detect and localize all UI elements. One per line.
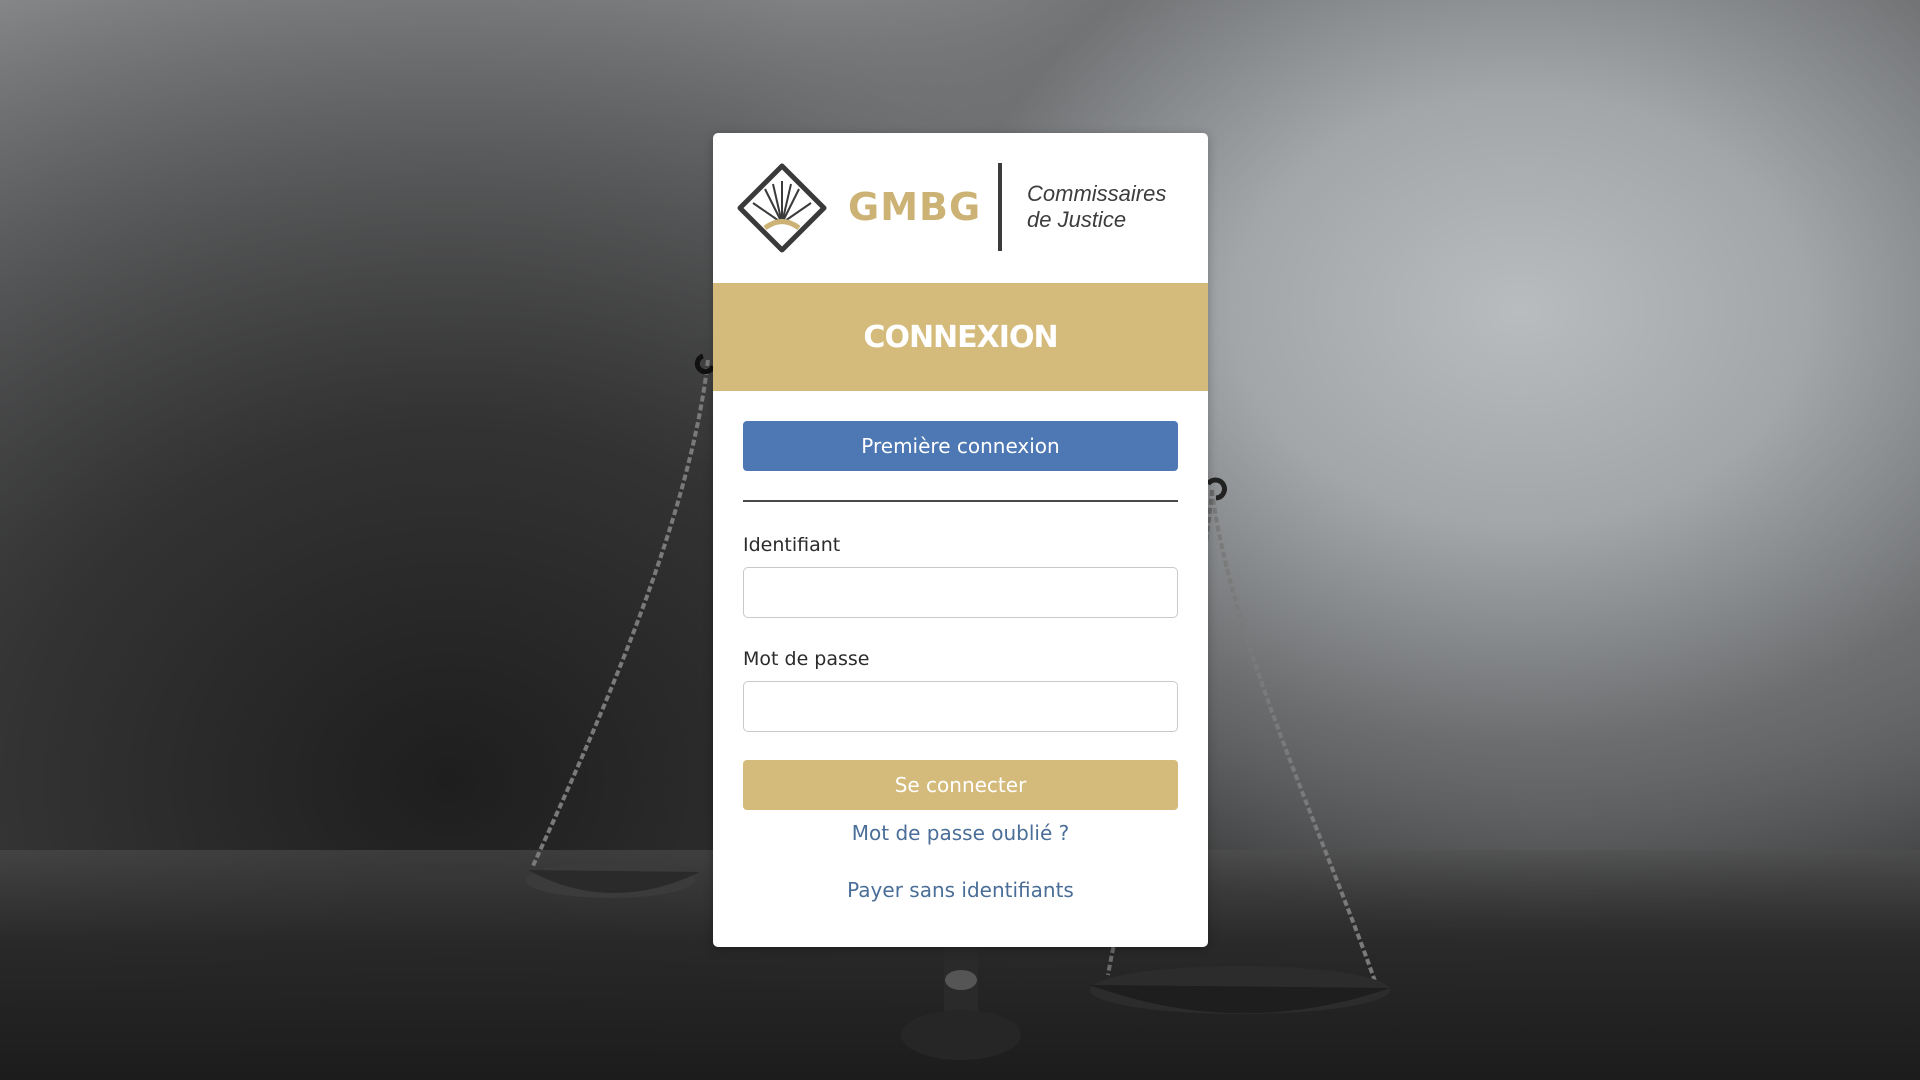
logo-tagline: Commissaires de Justice [1027,181,1166,233]
logo-tagline-line1: Commissaires [1027,181,1167,206]
logo-tagline-line2: de Justice [1027,207,1127,232]
logo: GMBG Commissaires de Justice [713,133,1208,283]
password-input[interactable] [743,681,1178,732]
username-label: Identifiant [743,534,841,556]
logo-separator [998,163,1002,251]
logo-brand-name: GMBG [848,185,982,229]
login-button[interactable]: Se connecter [743,760,1178,810]
login-card: GMBG Commissaires de Justice CONNEXION P… [713,133,1208,947]
forgot-password-link[interactable]: Mot de passe oublié ? [713,821,1208,845]
pay-without-login-link[interactable]: Payer sans identifiants [713,878,1208,902]
divider [743,500,1178,502]
first-login-button[interactable]: Première connexion [743,421,1178,471]
logo-diamond-icon [737,163,827,253]
username-input[interactable] [743,567,1178,618]
login-header-band: CONNEXION [713,283,1208,391]
login-title: CONNEXION [863,319,1058,355]
password-label: Mot de passe [743,648,870,670]
